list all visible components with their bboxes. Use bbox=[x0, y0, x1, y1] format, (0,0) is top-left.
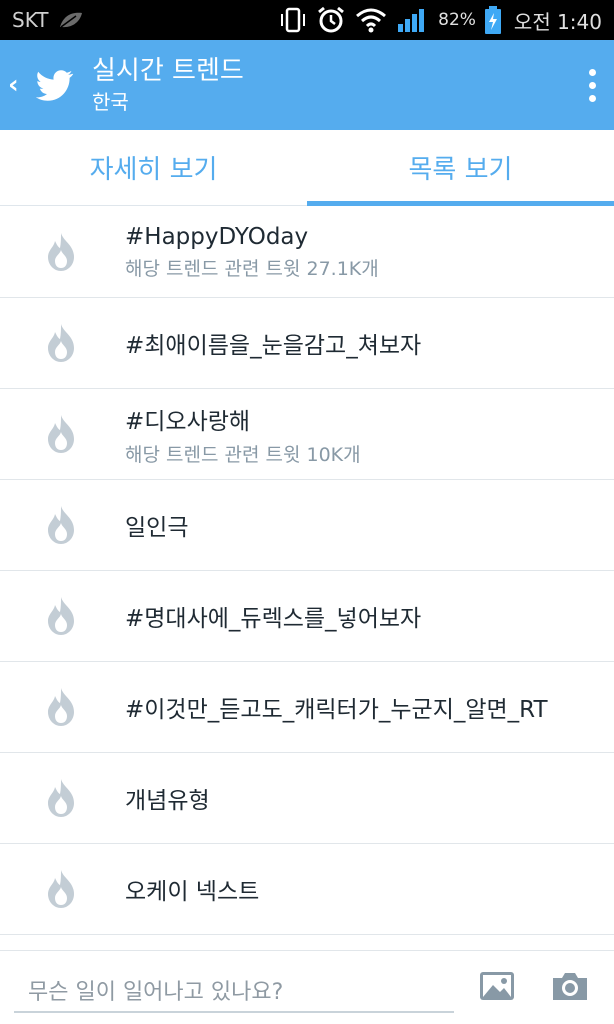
battery-charging-icon bbox=[484, 6, 501, 34]
app-bar: ‹ 실시간 트렌드 한국 bbox=[0, 40, 614, 130]
flame-icon bbox=[48, 324, 74, 362]
alarm-icon bbox=[318, 6, 345, 33]
back-chevron-icon[interactable]: ‹ bbox=[0, 70, 28, 100]
tab-bar: 자세히 보기 목록 보기 bbox=[0, 130, 614, 206]
list-item[interactable]: #명대사에_듀렉스를_넣어보자 bbox=[0, 571, 614, 662]
tab-list-view[interactable]: 목록 보기 bbox=[307, 130, 614, 206]
trend-name: #이것만_듣고도_캐릭터가_누군지_알면_RT bbox=[125, 697, 548, 723]
wifi-icon bbox=[356, 8, 387, 33]
flame-icon bbox=[48, 870, 74, 908]
trend-name: #HappyDYOday bbox=[125, 223, 309, 250]
signal-icon bbox=[398, 9, 425, 32]
photo-icon[interactable] bbox=[478, 969, 516, 1003]
list-item[interactable]: #디오사랑해 해당 트렌드 관련 트윗 10K개 bbox=[0, 389, 614, 480]
list-item[interactable]: #HappyDYOday 해당 트렌드 관련 트윗 27.1K개 bbox=[0, 207, 614, 298]
compose-bar: 무슨 일이 일어나고 있나요? bbox=[0, 950, 614, 1024]
list-item[interactable]: 개념유형 bbox=[0, 753, 614, 844]
trend-name: 오케이 넥스트 bbox=[125, 879, 260, 905]
status-icons: 82% 오전 1:40 bbox=[278, 5, 602, 35]
list-item[interactable]: #최애이름을_눈을감고_쳐보자 bbox=[0, 298, 614, 389]
twitter-bird-icon[interactable] bbox=[32, 63, 76, 107]
flame-icon bbox=[48, 779, 74, 817]
trend-name: 개념유형 bbox=[125, 788, 210, 814]
flame-icon bbox=[48, 688, 74, 726]
trend-tweet-count: 해당 트렌드 관련 트윗 10K개 bbox=[125, 443, 361, 466]
trend-name: 일인극 bbox=[125, 515, 189, 541]
carrier-label: SKT bbox=[12, 8, 49, 32]
leaf-icon bbox=[60, 12, 83, 28]
compose-input[interactable]: 무슨 일이 일어나고 있나요? bbox=[14, 969, 454, 1013]
clock: 오전 1:40 bbox=[513, 9, 602, 34]
trends-list: #HappyDYOday 해당 트렌드 관련 트윗 27.1K개 #최애이름을_… bbox=[0, 207, 614, 935]
trend-name: #최애이름을_눈을감고_쳐보자 bbox=[125, 333, 422, 359]
trend-tweet-count: 해당 트렌드 관련 트윗 27.1K개 bbox=[125, 257, 379, 280]
flame-icon bbox=[48, 415, 74, 453]
vibrate-icon bbox=[281, 7, 306, 33]
flame-icon bbox=[48, 506, 74, 544]
list-item[interactable]: 일인극 bbox=[0, 480, 614, 571]
list-item[interactable]: 오케이 넥스트 bbox=[0, 844, 614, 935]
camera-icon[interactable] bbox=[550, 969, 590, 1003]
flame-icon bbox=[48, 233, 74, 271]
tab-detail-view[interactable]: 자세히 보기 bbox=[0, 130, 307, 205]
trend-name: #명대사에_듀렉스를_넣어보자 bbox=[125, 606, 422, 632]
trend-name: #디오사랑해 bbox=[125, 408, 251, 435]
flame-icon bbox=[48, 597, 74, 635]
list-item[interactable]: #이것만_듣고도_캐릭터가_누군지_알면_RT bbox=[0, 662, 614, 753]
battery-percent: 82% bbox=[438, 10, 476, 30]
status-bar: SKT 82% 오전 1:40 bbox=[0, 0, 614, 40]
overflow-menu-icon[interactable] bbox=[570, 40, 614, 130]
page-subtitle: 한국 bbox=[92, 90, 129, 114]
page-title: 실시간 트렌드 bbox=[92, 56, 244, 86]
